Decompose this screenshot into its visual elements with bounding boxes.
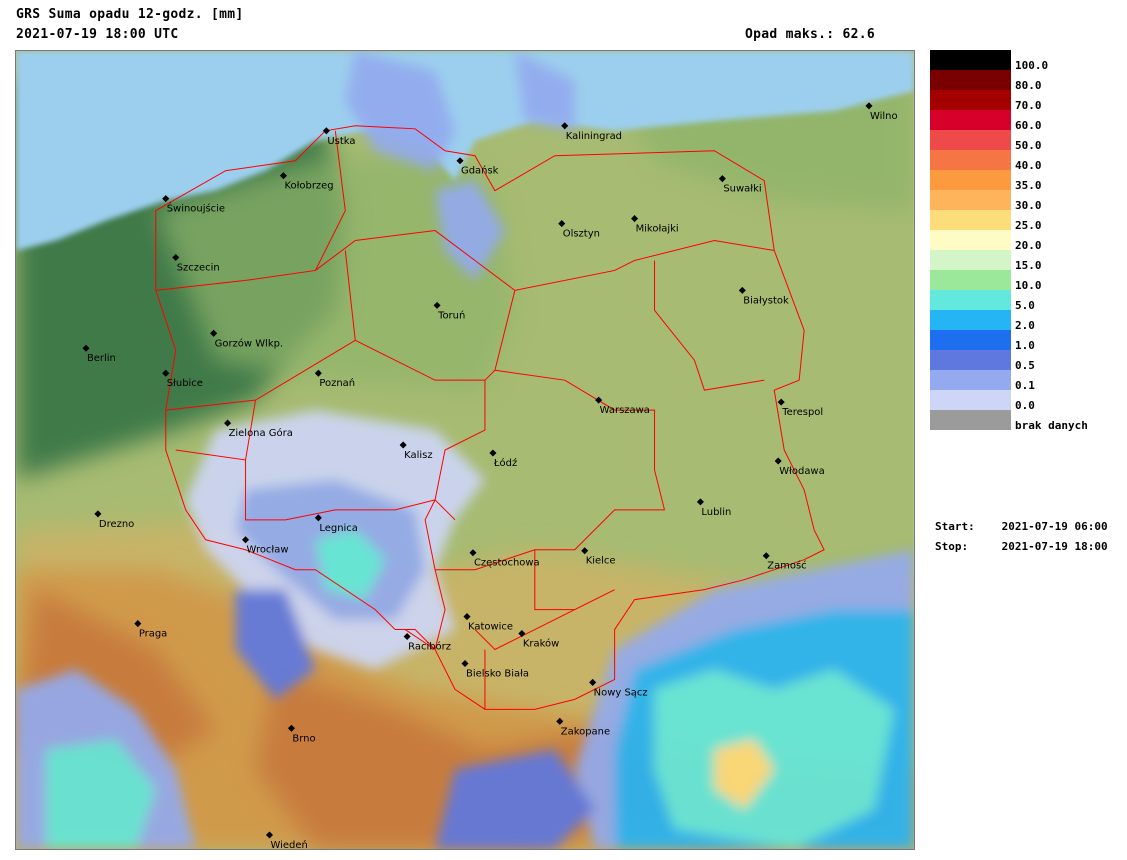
city-label: Łódź [493, 457, 517, 469]
start-label: Start: [935, 520, 975, 533]
city-label: Olsztyn [563, 229, 600, 240]
legend-label: 15.0 [1015, 259, 1042, 272]
legend-swatch [930, 330, 1011, 350]
legend-label: 25.0 [1015, 219, 1042, 232]
legend-label: 1.0 [1015, 339, 1035, 352]
legend-swatch [930, 210, 1011, 230]
city-label: Bielsko Biała [466, 668, 529, 679]
city-label: Praga [139, 629, 167, 640]
city-label: Świnoujście [167, 202, 225, 215]
city-label: Ustka [327, 136, 355, 147]
city-label: Zamość [767, 560, 806, 572]
legend-swatch [930, 150, 1011, 170]
legend-label: 0.1 [1015, 379, 1035, 392]
time-period: Start: 2021-07-19 06:00 Stop: 2021-07-19… [935, 520, 1108, 560]
legend-label: 0.5 [1015, 359, 1035, 372]
city-label: Włodawa [779, 466, 824, 477]
legend-label: 2.0 [1015, 319, 1035, 332]
legend-swatch [930, 110, 1011, 130]
city-label: Słubice [167, 378, 203, 389]
legend-label: 5.0 [1015, 299, 1035, 312]
city-label: Mikołajki [636, 224, 679, 235]
legend-swatch [930, 310, 1011, 330]
city-label: Drezno [99, 519, 134, 530]
legend-swatch [930, 190, 1011, 210]
stop-value: 2021-07-19 18:00 [1001, 540, 1108, 553]
city-label: Kaliningrad [566, 131, 622, 142]
city-label: Kielce [586, 556, 616, 567]
precipitation-map: Ustka Gdańsk Kaliningrad Wilno Suwałki Olszty… [15, 50, 915, 850]
city-label: Brno [292, 733, 315, 744]
city-label: Kołobrzeg [284, 181, 333, 192]
legend-label: 30.0 [1015, 199, 1042, 212]
city-label: Częstochowa [474, 558, 540, 569]
city-label: Berlin [87, 353, 116, 364]
legend-label: 70.0 [1015, 99, 1042, 112]
city-label: Wiedeń [270, 839, 307, 850]
legend-label: 20.0 [1015, 239, 1042, 252]
legend-swatch [930, 390, 1011, 410]
city-label: Toruń [437, 309, 465, 321]
legend-swatch [930, 250, 1011, 270]
stop-label: Stop: [935, 540, 969, 553]
legend-label: 50.0 [1015, 139, 1042, 152]
city-label: Wrocław [247, 545, 289, 556]
legend-label: 100.0 [1015, 59, 1049, 72]
city-label: Wilno [870, 111, 898, 122]
legend-swatch [930, 370, 1011, 390]
city-label: Lublin [701, 507, 731, 518]
city-label: Gorzów Wlkp. [215, 337, 283, 349]
start-value: 2021-07-19 06:00 [1001, 520, 1108, 533]
legend-swatch [930, 270, 1011, 290]
city-label: Legnica [319, 523, 358, 534]
city-label: Terespol [781, 407, 823, 418]
max-precipitation: Opad maks.: 62.6 [745, 27, 875, 42]
city-label: Suwałki [723, 184, 761, 195]
city-label: Zielona Góra [229, 427, 293, 439]
max-precipitation-label: Opad maks.: [745, 27, 835, 42]
city-label: Poznań [319, 377, 355, 389]
legend-label: 35.0 [1015, 179, 1042, 192]
legend-label: 0.0 [1015, 399, 1035, 412]
city-label: Zakopane [561, 726, 610, 737]
city-label: Gdańsk [461, 165, 499, 177]
city-label: Kalisz [404, 450, 432, 461]
legend-swatch [930, 170, 1011, 190]
max-precipitation-value: 62.6 [842, 27, 876, 42]
legend-label: 10.0 [1015, 279, 1042, 292]
city-label: Białystok [743, 295, 789, 306]
legend-label: brak danych [1015, 419, 1088, 432]
city-label: Kraków [523, 638, 559, 650]
stop-row: Stop: 2021-07-19 18:00 [935, 540, 1108, 560]
map-datetime: 2021-07-19 18:00 UTC [16, 27, 179, 42]
map-title: GRS Suma opadu 12-godz. [mm] [16, 7, 244, 22]
city-label: Nowy Sącz [594, 687, 648, 698]
legend-swatch [930, 410, 1011, 430]
city-label: Racibórz [408, 641, 451, 653]
legend-swatch [930, 230, 1011, 250]
legend-swatch [930, 70, 1011, 90]
legend-label: 40.0 [1015, 159, 1042, 172]
legend-swatch [930, 130, 1011, 150]
legend-swatch [930, 290, 1011, 310]
legend-label: 60.0 [1015, 119, 1042, 132]
city-label: Szczecin [177, 262, 220, 273]
start-row: Start: 2021-07-19 06:00 [935, 520, 1108, 540]
legend-swatch [930, 90, 1011, 110]
legend-swatch [930, 350, 1011, 370]
legend-label: 80.0 [1015, 79, 1042, 92]
city-label: Katowice [468, 622, 513, 633]
legend-swatch [930, 50, 1011, 70]
city-label: Warszawa [600, 405, 650, 416]
